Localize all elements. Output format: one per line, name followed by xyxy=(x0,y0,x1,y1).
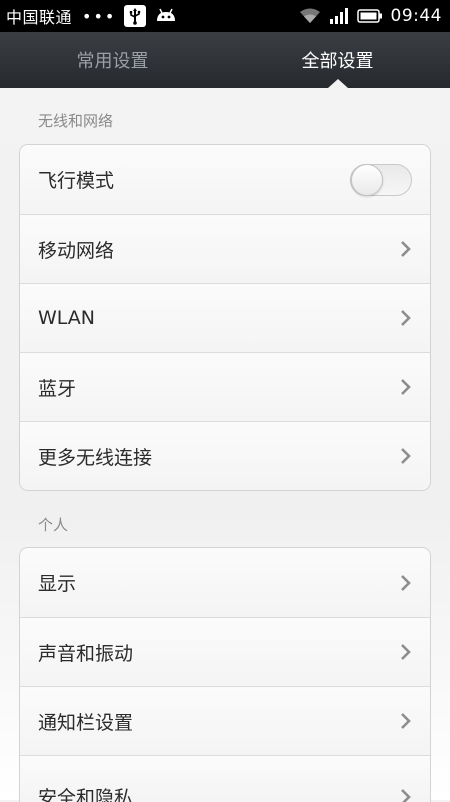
status-bar: 中国联通 ••• 09:44 xyxy=(0,0,450,32)
setting-label: 飞行模式 xyxy=(38,170,115,192)
carrier-label: 中国联通 xyxy=(6,8,73,27)
chevron-right-icon xyxy=(401,574,411,591)
chevron-right-icon xyxy=(401,644,411,660)
android-icon xyxy=(154,7,178,25)
usb-icon xyxy=(124,5,147,27)
setting-wlan[interactable]: WLAN xyxy=(20,283,430,352)
chevron-right-icon xyxy=(401,310,411,326)
setting-label: 通知栏设置 xyxy=(38,711,134,734)
status-left: 中国联通 ••• xyxy=(6,4,178,28)
settings-tab-bar: 常用设置 全部设置 xyxy=(0,32,450,88)
battery-icon xyxy=(356,8,383,24)
signal-icon xyxy=(329,8,349,24)
setting-label: WLAN xyxy=(38,307,96,329)
setting-notification-bar[interactable]: 通知栏设置 xyxy=(20,686,430,755)
setting-label: 声音和振动 xyxy=(38,642,134,665)
setting-bluetooth[interactable]: 蓝牙 xyxy=(20,352,430,421)
chevron-right-icon xyxy=(401,379,411,395)
setting-label: 蓝牙 xyxy=(38,377,77,400)
setting-label: 安全和隐私 xyxy=(38,787,134,802)
notification-dots: ••• xyxy=(82,6,117,26)
setting-label: 更多无线连接 xyxy=(38,446,153,469)
chevron-right-icon xyxy=(401,448,411,464)
setting-label: 移动网络 xyxy=(38,239,115,262)
chevron-right-icon xyxy=(401,713,411,729)
section-title-wireless: 无线和网络 xyxy=(38,112,114,130)
tab-common-settings[interactable]: 常用设置 xyxy=(0,32,225,88)
settings-group-wireless: 飞行模式 移动网络 WLAN 蓝牙 更多无线连接 xyxy=(19,144,431,491)
clock: 09:44 xyxy=(390,6,442,26)
setting-mobile-network[interactable]: 移动网络 xyxy=(20,214,430,283)
setting-label: 显示 xyxy=(38,573,77,595)
wifi-icon xyxy=(299,8,321,24)
setting-more-wireless[interactable]: 更多无线连接 xyxy=(20,421,430,490)
setting-display[interactable]: 显示 xyxy=(20,548,430,617)
settings-group-personal: 显示 声音和振动 通知栏设置 安全和隐私 xyxy=(19,547,431,802)
airplane-mode-toggle[interactable] xyxy=(350,163,412,196)
setting-security-privacy[interactable]: 安全和隐私 xyxy=(20,755,430,802)
settings-content[interactable]: 无线和网络 飞行模式 移动网络 WLAN 蓝牙 更多无线连接 个人 显示 声音和… xyxy=(0,88,450,802)
status-right: 09:44 xyxy=(299,6,443,26)
setting-airplane-mode[interactable]: 飞行模式 xyxy=(20,145,430,214)
chevron-right-icon xyxy=(401,241,411,257)
section-title-personal: 个人 xyxy=(38,516,69,534)
toggle-knob xyxy=(351,163,383,196)
tab-all-settings[interactable]: 全部设置 xyxy=(225,32,450,88)
setting-sound-vibration[interactable]: 声音和振动 xyxy=(20,617,430,686)
